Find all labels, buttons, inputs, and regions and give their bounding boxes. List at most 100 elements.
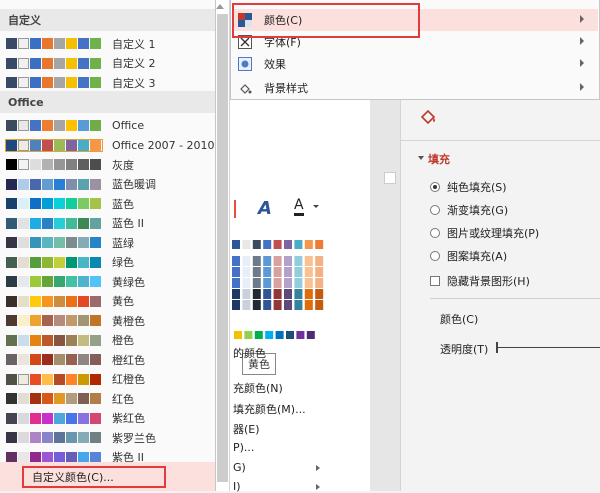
color-scheme-row[interactable]: 橙色 [0,331,215,350]
theme-color-cell[interactable] [315,300,324,310]
theme-color-cell[interactable] [263,256,272,266]
theme-color-cell[interactable] [273,240,282,249]
radio-button[interactable] [430,182,440,192]
color-scheme-row[interactable]: Office 2007 - 2010 [0,136,215,155]
color-scheme-row[interactable]: 紫罗兰色 [0,428,215,447]
hide-background-graphics-option[interactable]: 隐藏背景图形(H) [430,273,530,289]
theme-color-cell[interactable] [284,267,292,277]
theme-color-cell[interactable] [252,289,261,299]
radio-button[interactable] [430,228,440,238]
gradient-fill-option[interactable]: 渐变填充(G) [430,202,508,218]
theme-color-cell[interactable] [252,300,261,310]
color-scheme-row[interactable]: 黄绿色 [0,272,215,291]
color-scheme-row[interactable]: 蓝色暖调 [0,175,215,194]
theme-color-cell[interactable] [284,289,292,299]
menu-item-effects[interactable]: 效果 [232,53,598,75]
scroll-up-icon[interactable] [216,4,224,9]
theme-color-cell[interactable] [304,300,313,310]
theme-color-cell[interactable] [232,256,240,266]
theme-color-grid[interactable] [232,236,328,356]
radio-button[interactable] [430,251,440,261]
menu-item-background-styles[interactable]: 背景样式 [232,77,598,99]
theme-color-cell[interactable] [232,267,240,277]
theme-color-cell[interactable] [294,240,303,249]
theme-color-cell[interactable] [242,256,251,266]
theme-color-cell[interactable] [315,256,324,266]
theme-color-cell[interactable] [242,278,251,288]
theme-color-cell[interactable] [304,289,313,299]
theme-color-cell[interactable] [304,240,313,249]
theme-color-cell[interactable] [252,256,261,266]
theme-color-cell[interactable] [284,240,292,249]
standard-color-cell[interactable] [306,331,315,339]
radio-button[interactable] [430,205,440,215]
checkbox[interactable] [430,276,440,286]
color-scheme-row[interactable]: 蓝色 [0,194,215,213]
theme-color-cell[interactable] [232,300,240,310]
color-scheme-row[interactable]: 红橙色 [0,370,215,389]
theme-color-cell[interactable] [284,278,292,288]
pattern-fill-option[interactable]: 图案填充(A) [430,248,507,264]
theme-color-cell[interactable] [242,267,251,277]
theme-color-cell[interactable] [263,289,272,299]
color-scheme-row[interactable]: 黄色 [0,292,215,311]
theme-color-cell[interactable] [315,289,324,299]
theme-color-cell[interactable] [273,300,282,310]
theme-color-cell[interactable] [252,240,261,249]
solid-fill-option[interactable]: 纯色填充(S) [430,179,507,195]
standard-color-cell[interactable] [244,331,253,339]
theme-color-cell[interactable] [304,267,313,277]
theme-color-cell[interactable] [304,278,313,288]
transparency-slider[interactable] [498,347,600,348]
theme-color-cell[interactable] [273,278,282,288]
color-scheme-row[interactable]: 蓝色 II [0,214,215,233]
color-scheme-row[interactable]: Office [0,116,215,135]
theme-color-cell[interactable] [315,278,324,288]
picture-texture-fill-option[interactable]: 图片或纹理填充(P) [430,225,539,241]
color-scheme-row[interactable]: 自定义 2 [0,54,215,73]
theme-color-cell[interactable] [263,267,272,277]
transparency-slider-thumb[interactable] [496,342,498,353]
theme-color-cell[interactable] [232,289,240,299]
theme-color-cell[interactable] [304,256,313,266]
color-scheme-row[interactable]: 紫红色 [0,409,215,428]
theme-color-cell[interactable] [273,256,282,266]
standard-color-cell[interactable] [234,331,242,339]
color-scheme-row[interactable]: 绿色 [0,253,215,272]
color-scheme-row[interactable]: 红色 [0,389,215,408]
theme-color-cell[interactable] [273,267,282,277]
theme-color-cell[interactable] [294,256,303,266]
theme-color-cell[interactable] [284,256,292,266]
theme-color-cell[interactable] [242,300,251,310]
theme-color-cell[interactable] [232,240,240,249]
theme-color-cell[interactable] [294,289,303,299]
color-scheme-row[interactable]: 灰度 [0,155,215,174]
theme-color-cell[interactable] [315,240,324,249]
color-scheme-row[interactable]: 自定义 3 [0,73,215,92]
theme-color-cell[interactable] [284,300,292,310]
theme-color-cell[interactable] [263,278,272,288]
theme-color-cell[interactable] [232,278,240,288]
theme-color-cell[interactable] [315,267,324,277]
collapse-arrow-icon[interactable] [418,156,424,160]
color-scheme-row[interactable]: 橙红色 [0,350,215,369]
standard-color-cell[interactable] [265,331,274,339]
theme-color-cell[interactable] [242,289,251,299]
color-scheme-row[interactable]: 黄橙色 [0,311,215,330]
theme-color-cell[interactable] [263,240,272,249]
theme-color-cell[interactable] [294,267,303,277]
theme-color-cell[interactable] [252,278,261,288]
theme-color-cell[interactable] [252,267,261,277]
theme-color-cell[interactable] [273,289,282,299]
custom-colors-button[interactable]: 自定义颜色(C)... [22,466,166,488]
standard-color-cell[interactable] [254,331,263,339]
theme-color-cell[interactable] [242,240,251,249]
theme-color-cell[interactable] [263,300,272,310]
theme-color-cell[interactable] [294,300,303,310]
scrollbar-thumb[interactable] [217,14,228,482]
fill-section-title[interactable]: 填充 [428,151,450,167]
color-scheme-row[interactable]: 蓝绿 [0,233,215,252]
standard-color-cell[interactable] [286,331,294,339]
color-scheme-row[interactable]: 自定义 1 [0,34,215,53]
standard-color-cell[interactable] [296,331,305,339]
